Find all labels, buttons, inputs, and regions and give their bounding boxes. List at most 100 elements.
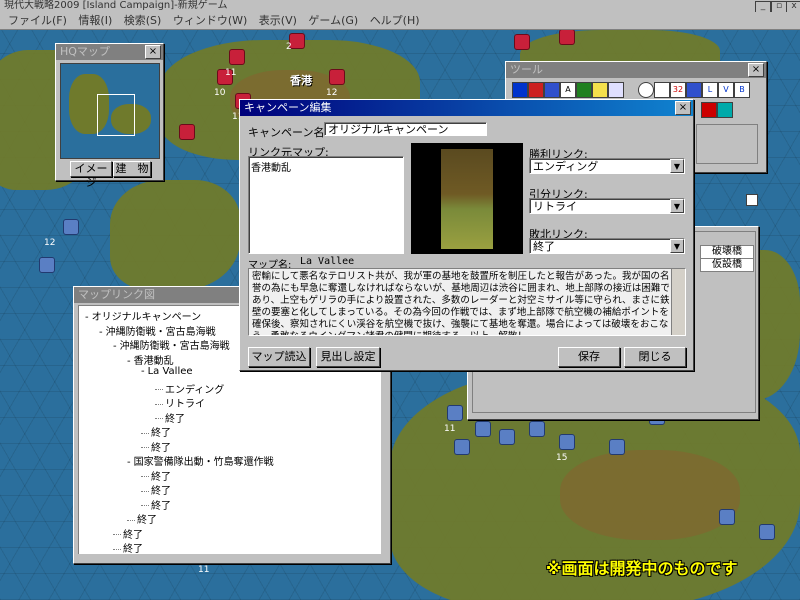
- tree-node[interactable]: 終了: [141, 468, 171, 483]
- hq-map-close-button[interactable]: ×: [145, 45, 161, 59]
- color-swatch-teal[interactable]: [717, 102, 733, 118]
- menu-file[interactable]: ファイル(F): [8, 12, 67, 29]
- allied-unit[interactable]: [610, 440, 624, 454]
- flag-icon[interactable]: [608, 82, 624, 98]
- tree-node-label: 終了: [151, 486, 171, 497]
- shield-icon[interactable]: [512, 82, 528, 98]
- tree-expander-icon[interactable]: -: [113, 341, 117, 352]
- tool-icon-l[interactable]: L: [702, 82, 718, 98]
- allied-unit[interactable]: [455, 440, 469, 454]
- save-button[interactable]: 保存: [558, 347, 620, 367]
- plane-icon[interactable]: [686, 82, 702, 98]
- campaign-name-input[interactable]: オリジナルキャンペーン: [324, 122, 487, 136]
- briefing-textarea[interactable]: 密輸にして悪名なテロリスト共が、我が軍の基地を鼓置所を制圧したと報告があった。我…: [248, 268, 686, 336]
- hex-icon[interactable]: [654, 82, 670, 98]
- load-map-button[interactable]: マップ読込: [248, 347, 310, 367]
- tree-node[interactable]: - オリジナルキャンペーン: [85, 308, 201, 323]
- tree-node[interactable]: エンディング: [155, 381, 224, 396]
- chevron-down-icon[interactable]: ▼: [670, 159, 684, 173]
- hq-minimap[interactable]: [60, 63, 160, 159]
- buildings-button[interactable]: 建 物: [113, 161, 151, 177]
- tree-node[interactable]: リトライ: [155, 395, 205, 410]
- allied-unit[interactable]: [448, 406, 462, 420]
- tree-node[interactable]: 終了: [141, 424, 171, 439]
- tree-node-label: La Vallee: [147, 366, 193, 377]
- tree-node[interactable]: 終了: [113, 540, 143, 554]
- enemy-unit[interactable]: [560, 30, 574, 44]
- tree-expander-icon[interactable]: -: [99, 327, 103, 338]
- enemy-unit[interactable]: [515, 35, 529, 49]
- menu-game[interactable]: ゲーム(G): [308, 12, 358, 29]
- tree-connector: [141, 505, 149, 506]
- tree-node[interactable]: 終了: [141, 482, 171, 497]
- tool-small-box[interactable]: [746, 194, 758, 206]
- circle-icon[interactable]: [638, 82, 654, 98]
- tree-node[interactable]: 終了: [113, 526, 143, 541]
- enemy-unit[interactable]: [180, 125, 194, 139]
- link-map-item[interactable]: 香港動乱: [251, 159, 291, 174]
- tree-node-label: 国家警備隊出動・竹島奪還作戦: [133, 457, 274, 468]
- building-icon[interactable]: [592, 82, 608, 98]
- link-map-list[interactable]: 香港動乱: [248, 156, 404, 254]
- enemy-unit[interactable]: [230, 50, 244, 64]
- lose-link-select[interactable]: 終了 ▼: [529, 238, 685, 254]
- land-area: [560, 450, 740, 540]
- win-link-select[interactable]: エンディング ▼: [529, 158, 685, 174]
- campaign-edit-close-icon[interactable]: ×: [675, 101, 691, 115]
- campaign-name-label: キャンペーン名:: [248, 126, 329, 139]
- allied-unit[interactable]: [40, 258, 54, 272]
- tree-node[interactable]: 終了: [127, 511, 157, 526]
- menu-help[interactable]: ヘルプ(H): [370, 12, 420, 29]
- menu-window[interactable]: ウィンドウ(W): [173, 12, 247, 29]
- color-swatch-red[interactable]: [701, 102, 717, 118]
- allied-unit[interactable]: [530, 422, 544, 436]
- enemy-unit[interactable]: [330, 70, 344, 84]
- tool-icon-a[interactable]: A: [560, 82, 576, 98]
- unit-label: 11: [198, 565, 210, 575]
- tree-node[interactable]: 終了: [141, 439, 171, 454]
- tool-icon-b[interactable]: B: [734, 82, 750, 98]
- tree-node[interactable]: 終了: [155, 410, 185, 425]
- tree-node[interactable]: - La Vallee: [141, 366, 193, 377]
- unit-label: 12: [44, 238, 56, 248]
- allied-unit[interactable]: [64, 220, 78, 234]
- info-row-temp-bridge: 仮設橋: [700, 258, 754, 272]
- tree-node-label: 終了: [123, 544, 143, 554]
- draw-link-select[interactable]: リトライ ▼: [529, 198, 685, 214]
- hq-map-title-bar: HQマップ ×: [56, 44, 163, 60]
- tree-node-label: 沖縄防衛戦・宮古島海戦: [105, 326, 216, 338]
- tree-node[interactable]: - 国家警備隊出動・竹島奪還作戦: [127, 453, 274, 468]
- menu-view[interactable]: 表示(V): [259, 12, 297, 29]
- tree-node[interactable]: - 香港動乱: [127, 352, 174, 367]
- tree-node[interactable]: 終了: [141, 497, 171, 512]
- chevron-down-icon[interactable]: ▼: [670, 199, 684, 213]
- tool-close-button[interactable]: ×: [748, 63, 764, 77]
- ship-icon[interactable]: [544, 82, 560, 98]
- menu-info[interactable]: 情報(I): [78, 12, 112, 29]
- allied-unit[interactable]: [720, 510, 734, 524]
- minimap-viewport[interactable]: [97, 94, 135, 136]
- chevron-down-icon[interactable]: ▼: [670, 239, 684, 253]
- tree-node[interactable]: - 沖縄防衛戦・宮古島海戦: [99, 323, 216, 338]
- tool-icon-v[interactable]: V: [718, 82, 734, 98]
- tree-expander-icon[interactable]: -: [127, 457, 131, 468]
- tree-expander-icon[interactable]: -: [127, 356, 131, 367]
- allied-unit[interactable]: [476, 422, 490, 436]
- close-button[interactable]: 閉じる: [624, 347, 686, 367]
- allied-unit[interactable]: [500, 430, 514, 444]
- tree-node[interactable]: - 沖縄防衛戦・宮古島海戦: [113, 337, 230, 352]
- tree-node-label: 終了: [165, 413, 185, 425]
- heading-settings-button[interactable]: 見出し設定: [316, 347, 380, 367]
- tree-icon[interactable]: [576, 82, 592, 98]
- menu-search[interactable]: 検索(S): [124, 12, 162, 29]
- briefing-scrollbar[interactable]: [671, 269, 685, 335]
- image-button[interactable]: イメージ: [70, 161, 112, 189]
- allied-unit[interactable]: [560, 435, 574, 449]
- map-preview-image: [441, 149, 493, 249]
- allied-unit[interactable]: [760, 525, 774, 539]
- tool-icon-32[interactable]: 32: [670, 82, 686, 98]
- tank-icon[interactable]: [528, 82, 544, 98]
- tree-expander-icon[interactable]: -: [85, 312, 89, 323]
- enemy-unit[interactable]: [290, 34, 304, 48]
- tree-expander-icon[interactable]: -: [141, 366, 145, 377]
